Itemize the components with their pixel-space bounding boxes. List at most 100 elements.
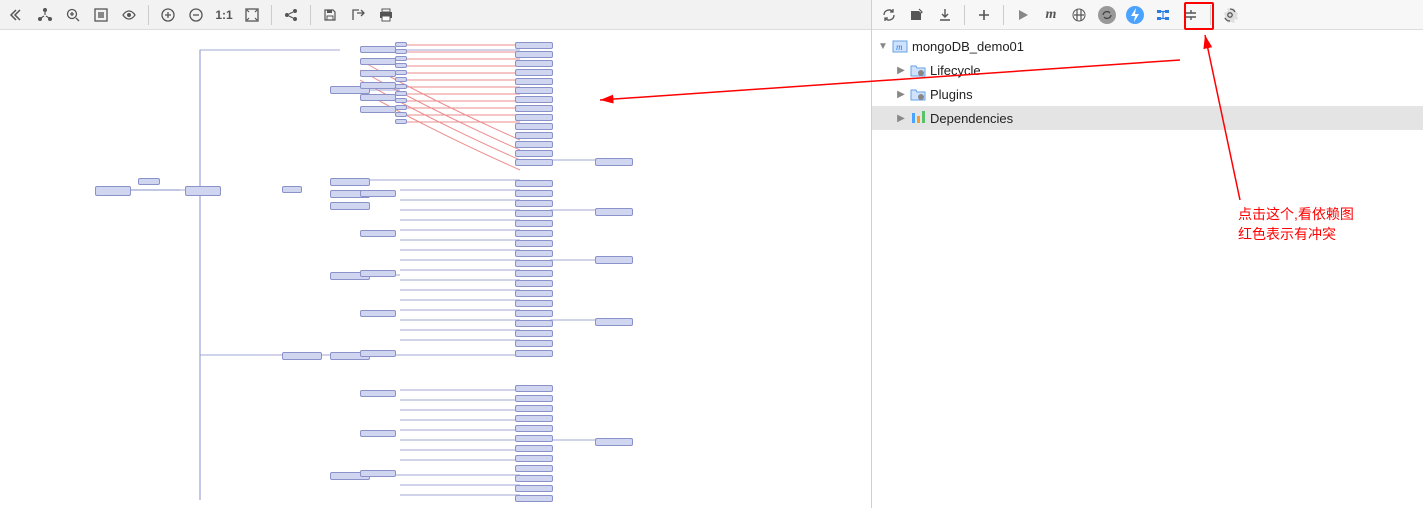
zoom-out-icon[interactable]	[183, 2, 209, 28]
dep-node[interactable]	[515, 385, 553, 392]
zoom-in-icon[interactable]	[155, 2, 181, 28]
dep-node[interactable]	[360, 310, 396, 317]
dep-node[interactable]	[360, 270, 396, 277]
dep-node[interactable]	[395, 112, 407, 117]
dep-node[interactable]	[515, 190, 553, 197]
download-icon[interactable]	[932, 2, 958, 28]
dep-node[interactable]	[515, 350, 553, 357]
dep-node[interactable]	[515, 425, 553, 432]
dep-node[interactable]	[360, 106, 396, 113]
dep-node[interactable]	[515, 330, 553, 337]
dep-node[interactable]	[515, 415, 553, 422]
dep-node[interactable]	[515, 300, 553, 307]
tree-item-plugins[interactable]: ▶ Plugins	[872, 82, 1423, 106]
dep-node[interactable]	[595, 208, 633, 216]
dep-node[interactable]	[515, 69, 553, 76]
chevron-down-icon[interactable]: ▼	[876, 39, 890, 53]
dep-node[interactable]	[595, 256, 633, 264]
dep-node[interactable]	[595, 318, 633, 326]
dep-node[interactable]	[95, 186, 131, 196]
save-icon[interactable]	[317, 2, 343, 28]
dep-node[interactable]	[138, 178, 160, 185]
dep-node[interactable]	[595, 158, 633, 166]
dep-node[interactable]	[595, 438, 633, 446]
dep-node[interactable]	[360, 82, 396, 89]
dep-node[interactable]	[515, 105, 553, 112]
dep-node[interactable]	[395, 77, 407, 82]
dep-node[interactable]	[515, 270, 553, 277]
dep-node[interactable]	[515, 87, 553, 94]
dep-node[interactable]	[360, 94, 396, 101]
dep-node[interactable]	[515, 78, 553, 85]
print-icon[interactable]	[373, 2, 399, 28]
dep-node[interactable]	[515, 395, 553, 402]
dep-node[interactable]	[515, 200, 553, 207]
dep-node[interactable]	[395, 84, 407, 89]
dep-node[interactable]	[515, 320, 553, 327]
dep-node[interactable]	[515, 210, 553, 217]
dep-node[interactable]	[360, 46, 396, 53]
dep-node[interactable]	[395, 49, 407, 54]
share-icon[interactable]	[278, 2, 304, 28]
chevron-right-icon[interactable]: ▶	[894, 111, 908, 125]
dep-node[interactable]	[515, 114, 553, 121]
dep-node[interactable]	[360, 70, 396, 77]
dep-node[interactable]	[515, 250, 553, 257]
dep-node[interactable]	[515, 60, 553, 67]
dep-node[interactable]	[515, 150, 553, 157]
settings-icon[interactable]	[1217, 2, 1243, 28]
dep-node[interactable]	[515, 405, 553, 412]
dep-node[interactable]	[515, 475, 553, 482]
cycle-icon[interactable]	[1094, 2, 1120, 28]
fit-window-icon[interactable]	[239, 2, 265, 28]
dep-node[interactable]	[360, 430, 396, 437]
dep-node[interactable]	[395, 63, 407, 68]
dep-node[interactable]	[515, 42, 553, 49]
dep-node[interactable]	[515, 220, 553, 227]
dep-node[interactable]	[515, 310, 553, 317]
chevron-right-icon[interactable]: ▶	[894, 63, 908, 77]
dep-node[interactable]	[515, 485, 553, 492]
dep-node[interactable]	[360, 390, 396, 397]
collapse-all-icon[interactable]	[1178, 2, 1204, 28]
collapse-icon[interactable]	[4, 2, 30, 28]
dep-node[interactable]	[360, 470, 396, 477]
dep-node[interactable]	[395, 98, 407, 103]
import-icon[interactable]	[904, 2, 930, 28]
dep-node[interactable]	[330, 178, 370, 186]
dep-node[interactable]	[395, 119, 407, 124]
dep-node[interactable]	[360, 190, 396, 197]
dep-node[interactable]	[515, 455, 553, 462]
dep-node[interactable]	[395, 91, 407, 96]
add-icon[interactable]	[971, 2, 997, 28]
one-to-one-button[interactable]: 1:1	[211, 2, 237, 28]
dep-node[interactable]	[185, 186, 221, 196]
show-dependencies-icon[interactable]	[1150, 2, 1176, 28]
dep-node[interactable]	[282, 352, 322, 360]
magnify-plus-icon[interactable]	[60, 2, 86, 28]
dep-node[interactable]	[282, 186, 302, 193]
dep-node[interactable]	[515, 290, 553, 297]
dep-node[interactable]	[515, 495, 553, 502]
tree-item-dependencies[interactable]: ▶ Dependencies	[872, 106, 1423, 130]
dep-node[interactable]	[515, 123, 553, 130]
power-icon[interactable]	[1122, 2, 1148, 28]
dep-node[interactable]	[395, 42, 407, 47]
run-icon[interactable]	[1010, 2, 1036, 28]
dep-node[interactable]	[515, 340, 553, 347]
eye-icon[interactable]	[116, 2, 142, 28]
dep-node[interactable]	[515, 240, 553, 247]
dep-node[interactable]	[515, 96, 553, 103]
dep-node[interactable]	[515, 51, 553, 58]
chevron-right-icon[interactable]: ▶	[894, 87, 908, 101]
refresh-icon[interactable]	[876, 2, 902, 28]
dep-node[interactable]	[515, 435, 553, 442]
dep-node[interactable]	[515, 465, 553, 472]
dep-node[interactable]	[360, 350, 396, 357]
maven-m-icon[interactable]: m	[1038, 2, 1064, 28]
dep-node[interactable]	[515, 230, 553, 237]
dep-node[interactable]	[515, 132, 553, 139]
dep-node[interactable]	[515, 159, 553, 166]
dep-node[interactable]	[330, 202, 370, 210]
tree-item-lifecycle[interactable]: ▶ Lifecycle	[872, 58, 1423, 82]
